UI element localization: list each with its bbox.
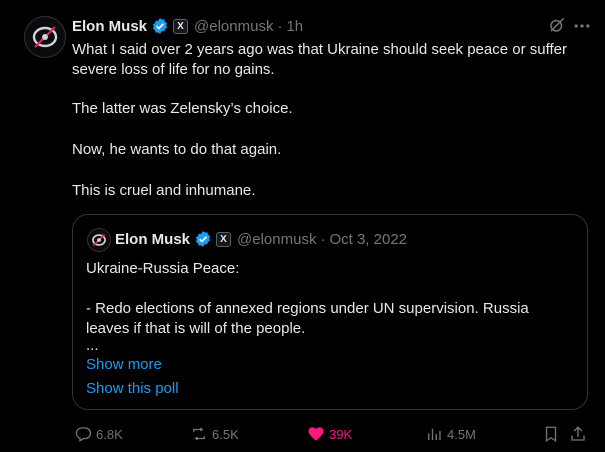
quoted-tweet[interactable]: Elon Musk X @elonmusk · Oct 3, 2022 Ukra… [72, 214, 588, 410]
reply-icon [75, 427, 92, 442]
show-more-link[interactable]: Show more [86, 355, 566, 375]
timestamp[interactable]: 1h [286, 18, 303, 35]
repost-count: 6.5K [212, 426, 239, 442]
show-poll-link[interactable]: Show this poll [86, 379, 566, 399]
share-button[interactable] [569, 423, 591, 445]
quoted-handle: @elonmusk [237, 230, 317, 248]
like-button[interactable]: 39K [307, 423, 352, 445]
tweet-paragraph: This is cruel and inhumane. [72, 182, 256, 199]
separator: · [320, 230, 326, 248]
tweet: Elon Musk X @elonmusk · 1h What I said o… [0, 0, 605, 452]
avatar[interactable] [24, 16, 66, 58]
tweet-header: Elon Musk X @elonmusk · 1h [72, 14, 303, 38]
quoted-author-name: Elon Musk [115, 230, 191, 248]
quoted-line: Ukraine-Russia Peace: [86, 260, 240, 277]
verified-badge-icon[interactable] [151, 17, 169, 35]
views-button[interactable]: 4.5M [425, 423, 476, 445]
repost-icon [193, 427, 205, 441]
x-affiliation-badge[interactable]: X [173, 18, 189, 34]
grok-icon[interactable] [548, 16, 566, 34]
quoted-line: ... [86, 337, 99, 354]
quoted-date: Oct 3, 2022 [329, 230, 408, 248]
more-horizontal-icon[interactable] [572, 16, 592, 36]
author-name[interactable]: Elon Musk [72, 18, 147, 35]
verified-badge-icon [194, 230, 212, 248]
views-icon [428, 428, 441, 440]
tweet-paragraph: Now, he wants to do that again. [72, 141, 282, 158]
heart-filled-icon [308, 427, 324, 441]
tweet-paragraph: What I said over 2 years ago was that Uk… [72, 41, 567, 78]
author-handle[interactable]: @elonmusk [194, 18, 273, 35]
bookmark-button[interactable] [542, 423, 564, 445]
quoted-line [86, 279, 566, 299]
repost-button[interactable]: 6.5K [190, 423, 239, 445]
quoted-avatar[interactable] [87, 228, 111, 252]
quoted-header: Elon Musk X @elonmusk · Oct 3, 2022 [115, 228, 407, 250]
bookmark-icon [545, 426, 557, 443]
reply-button[interactable]: 6.8K [74, 423, 123, 445]
reply-count: 6.8K [96, 426, 123, 442]
share-icon [571, 426, 585, 441]
tweet-paragraph: The latter was Zelensky’s choice. [72, 100, 293, 117]
like-count: 39K [329, 426, 353, 442]
action-bar: 6.8K 6.5K 39K 4.5M [0, 423, 605, 445]
quoted-line: - Redo elections of annexed regions unde… [86, 300, 529, 337]
separator: · [277, 17, 283, 35]
x-affiliation-badge: X [216, 231, 232, 247]
tweet-text: What I said over 2 years ago was that Uk… [72, 40, 592, 201]
views-count: 4.5M [447, 426, 476, 442]
quoted-text: Ukraine-Russia Peace: - Redo elections o… [86, 259, 566, 399]
